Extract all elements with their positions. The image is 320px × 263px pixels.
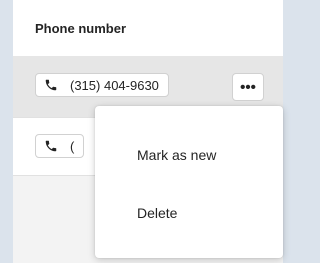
phone-number-text: (: [70, 138, 75, 154]
more-options-button[interactable]: •••: [232, 73, 264, 101]
context-menu: Mark as new Delete: [95, 106, 283, 258]
table-header: Phone number: [13, 0, 283, 56]
phone-number-text: (315) 404-9630: [70, 77, 159, 93]
contacts-table: Phone number (315) 404-9630 ••• ( Mark a…: [13, 0, 283, 263]
menu-item-delete[interactable]: Delete: [137, 205, 177, 221]
column-header-phone-number: Phone number: [35, 21, 127, 36]
phone-icon: [45, 79, 57, 91]
phone-chip[interactable]: (: [35, 134, 85, 158]
menu-item-mark-as-new[interactable]: Mark as new: [137, 147, 216, 163]
phone-icon: [45, 140, 57, 152]
phone-chip[interactable]: (315) 404-9630: [35, 73, 169, 97]
